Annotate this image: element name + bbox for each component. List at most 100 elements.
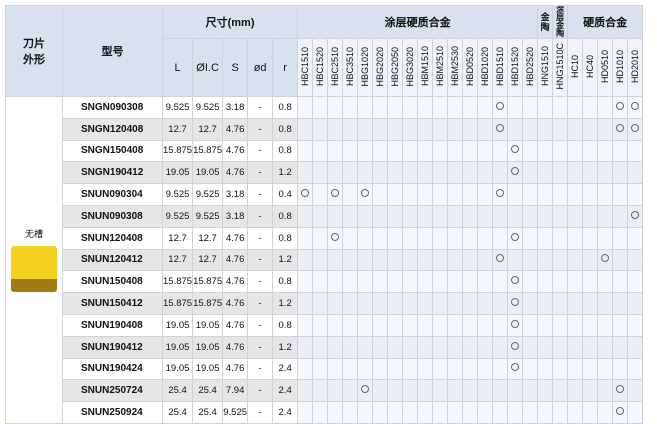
grade-cell <box>597 248 614 272</box>
dim-cell-ic: 12.7 <box>192 248 224 272</box>
grade-cell <box>372 357 389 381</box>
dim-cell-r: 0.8 <box>272 139 299 163</box>
grade-cell <box>402 401 419 424</box>
model-cell: SNUN190424 <box>62 357 163 381</box>
dim-cell-s: 4.76 <box>222 161 249 185</box>
grade-cell <box>342 117 359 141</box>
model-cell: SNUN190408 <box>62 313 163 337</box>
grade-header-hng1510c: HNG1510C <box>552 38 569 97</box>
grade-cell <box>612 204 629 228</box>
grade-cell <box>342 357 359 381</box>
dim-cell-s: 7.94 <box>222 379 249 403</box>
grade-cell <box>372 292 389 315</box>
grade-cell <box>612 292 629 315</box>
grade-cell <box>552 292 569 315</box>
grade-cell <box>327 270 344 294</box>
grade-cell <box>612 335 629 359</box>
grade-cell <box>357 204 374 228</box>
grade-header-hc40: HC40 <box>582 38 599 97</box>
grade-cell <box>627 248 644 272</box>
grade-cell <box>402 379 419 403</box>
grade-cell <box>477 161 494 185</box>
grade-cell <box>327 117 344 141</box>
grade-label: HC40 <box>585 54 596 78</box>
grade-cell <box>432 117 449 141</box>
grade-cell <box>417 139 434 163</box>
grade-cell <box>492 292 509 315</box>
grade-cell <box>312 204 329 228</box>
table-row: SNUN190408 19.05 19.05 4.76-0.8 <box>6 313 644 337</box>
grade-label: HBG2050 <box>390 46 401 87</box>
grade-cell <box>612 357 629 381</box>
available-circle-icon <box>631 101 640 110</box>
grade-header-hd2010: HD2010 <box>627 38 644 97</box>
grade-cell <box>522 292 539 315</box>
grade-cell <box>567 292 584 315</box>
grade-cell <box>462 96 479 119</box>
grade-cell <box>297 161 314 185</box>
grade-cell <box>612 183 629 206</box>
grade-cell <box>312 401 329 424</box>
table-row: SNUN250724 25.4 25.4 7.94-2.4 <box>6 379 644 403</box>
grade-cell <box>402 204 419 228</box>
grade-cell <box>567 270 584 294</box>
available-circle-icon <box>496 254 505 263</box>
grade-cell <box>357 96 374 119</box>
grade-cell <box>477 248 494 272</box>
grade-cell <box>447 357 464 381</box>
dim-cell-d: - <box>247 96 274 119</box>
available-circle-icon <box>331 189 340 198</box>
dim-cell-r: 0.4 <box>272 183 299 206</box>
grade-cell <box>522 226 539 250</box>
grade-cell <box>387 379 404 403</box>
grade-cell <box>522 313 539 337</box>
grade-cell <box>522 401 539 424</box>
grade-cell <box>297 379 314 403</box>
grade-cell <box>492 248 509 272</box>
grade-cell <box>567 313 584 337</box>
dim-cell-r: 0.8 <box>272 117 299 141</box>
available-circle-icon <box>616 101 625 110</box>
grade-cell <box>417 313 434 337</box>
grade-cell <box>627 335 644 359</box>
dim-cell-d: - <box>247 335 274 359</box>
grade-header-hbg1020: HBG1020 <box>357 38 374 97</box>
grade-cell <box>387 117 404 141</box>
dim-cell-l: 15.875 <box>161 139 194 163</box>
dim-cell-d: - <box>247 292 274 315</box>
grade-cell <box>522 139 539 163</box>
insert-icon <box>11 246 57 293</box>
grade-cell <box>507 357 524 381</box>
grade-cell <box>477 335 494 359</box>
grade-table-container: 刀片 外形 型号 尺寸(mm) 涂层硬质合金 金陶 涂层金陶 硬质合金 L ØI… <box>5 5 644 424</box>
grade-cell <box>537 270 554 294</box>
grade-cell <box>372 96 389 119</box>
grade-header-hbg3020: HBG3020 <box>402 38 419 97</box>
grade-cell <box>312 183 329 206</box>
grade-cell <box>612 139 629 163</box>
dim-header-ic: ØI.C <box>192 38 224 97</box>
grade-cell <box>552 226 569 250</box>
grade-cell <box>312 117 329 141</box>
grade-cell <box>492 401 509 424</box>
grade-cell <box>597 379 614 403</box>
grade-cell <box>447 292 464 315</box>
grade-header-hd0510: HD0510 <box>597 38 614 97</box>
grade-cell <box>297 313 314 337</box>
grade-label: HBM1510 <box>420 46 431 87</box>
model-cell: SNUN150408 <box>62 270 163 294</box>
dim-cell-ic: 9.525 <box>192 183 224 206</box>
grade-cell <box>492 335 509 359</box>
dim-cell-l: 9.525 <box>161 204 194 228</box>
grade-cell <box>447 96 464 119</box>
table-row: SNUN190424 19.05 19.05 4.76-2.4 <box>6 357 644 381</box>
grade-cell <box>537 313 554 337</box>
grade-cell <box>552 183 569 206</box>
grade-cell <box>342 204 359 228</box>
shape-label: 无槽 <box>24 229 43 240</box>
grade-cell <box>537 183 554 206</box>
grade-cell <box>297 117 314 141</box>
grade-cell <box>612 401 629 424</box>
grade-cell <box>552 139 569 163</box>
dim-cell-d: - <box>247 270 274 294</box>
